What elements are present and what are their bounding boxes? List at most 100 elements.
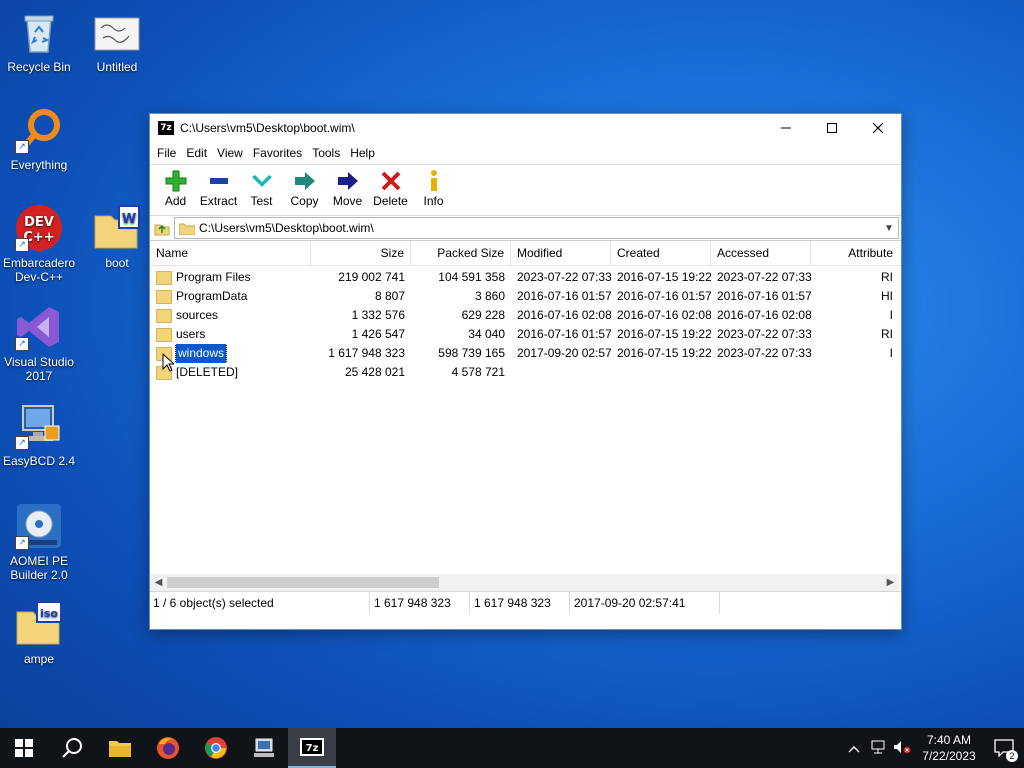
minimize-button[interactable] bbox=[763, 114, 809, 142]
row-accessed: 2023-07-22 07:33 bbox=[717, 327, 811, 341]
maximize-button[interactable] bbox=[809, 114, 855, 142]
delete-button[interactable]: Delete bbox=[369, 165, 412, 208]
row-created: 2016-07-16 02:08 bbox=[617, 308, 711, 322]
scrollbar-track[interactable] bbox=[167, 576, 882, 589]
row-packed-size: 4 578 721 bbox=[451, 365, 505, 379]
desktop-icon-untitled[interactable]: Untitled bbox=[78, 8, 156, 74]
move-button[interactable]: Move bbox=[326, 165, 369, 208]
column-header-size[interactable]: Size bbox=[311, 241, 411, 265]
scroll-left-icon[interactable]: ◀ bbox=[150, 577, 167, 588]
easybcd-icon: ↗ bbox=[15, 402, 63, 450]
menu-help[interactable]: Help bbox=[345, 142, 380, 164]
row-size: 8 807 bbox=[374, 289, 405, 303]
row-accessed: 2023-07-22 07:33 bbox=[717, 346, 811, 360]
clock[interactable]: 7:40 AM 7/22/2023 bbox=[914, 732, 984, 764]
desktop-icon-label: Untitled bbox=[96, 60, 138, 74]
chevron-down-icon[interactable]: ▼ bbox=[880, 223, 898, 234]
notification-center-button[interactable]: 2 bbox=[984, 728, 1024, 768]
desktop-icon-easybcd[interactable]: ↗ EasyBCD 2.4 bbox=[0, 402, 78, 468]
volume-muted-icon[interactable] bbox=[890, 740, 914, 757]
up-folder-button[interactable] bbox=[150, 217, 174, 239]
desktop-icon-devcpp[interactable]: DEV C++ ↗ Embarcadero Dev-C++ bbox=[0, 204, 78, 284]
minimize-icon bbox=[781, 127, 791, 129]
image-file-icon bbox=[93, 8, 141, 56]
chevron-up-icon[interactable] bbox=[842, 741, 866, 756]
start-icon bbox=[15, 739, 33, 757]
svg-text:W: W bbox=[122, 212, 136, 227]
table-row[interactable]: ProgramData 8 807 3 860 2016-07-16 01:57… bbox=[150, 287, 901, 306]
shortcut-arrow-icon: ↗ bbox=[15, 436, 29, 450]
chrome-icon bbox=[205, 737, 227, 759]
taskbar: 7z 7:40 AM 7/22/2023 2 bbox=[0, 728, 1024, 768]
menu-favorites[interactable]: Favorites bbox=[248, 142, 307, 164]
desktop-icon-recycle-bin[interactable]: Recycle Bin bbox=[0, 8, 78, 74]
taskbar-file-explorer[interactable] bbox=[96, 728, 144, 768]
column-header-created[interactable]: Created bbox=[611, 241, 711, 265]
start-button[interactable] bbox=[0, 728, 48, 768]
close-button[interactable] bbox=[855, 114, 901, 142]
info-icon bbox=[430, 170, 437, 191]
test-button[interactable]: Test bbox=[240, 165, 283, 208]
taskbar-7zip[interactable]: 7z bbox=[288, 728, 336, 768]
address-field[interactable]: C:\Users\vm5\Desktop\boot.wim\ ▼ bbox=[174, 217, 899, 239]
row-packed-size: 34 040 bbox=[468, 327, 505, 341]
folder-icon bbox=[179, 223, 195, 235]
table-row[interactable]: Program Files 219 002 741 104 591 358 20… bbox=[150, 268, 901, 287]
clock-date: 7/22/2023 bbox=[922, 749, 976, 763]
info-button[interactable]: Info bbox=[412, 165, 455, 208]
column-header-accessed[interactable]: Accessed bbox=[711, 241, 811, 265]
horizontal-scrollbar[interactable]: ◀ ▶ bbox=[150, 574, 899, 591]
copy-button[interactable]: Copy bbox=[283, 165, 326, 208]
mouse-cursor-icon bbox=[162, 353, 174, 372]
scroll-right-icon[interactable]: ▶ bbox=[882, 577, 899, 588]
move-label: Move bbox=[332, 194, 363, 208]
menu-tools[interactable]: Tools bbox=[307, 142, 345, 164]
row-modified: 2016-07-16 01:57 bbox=[517, 327, 611, 341]
desktop-icon-everything[interactable]: ↗ Everything bbox=[0, 106, 78, 172]
table-row[interactable]: [DELETED] 25 428 021 4 578 721 bbox=[150, 363, 901, 382]
table-row[interactable]: sources 1 332 576 629 228 2016-07-16 02:… bbox=[150, 306, 901, 325]
row-accessed: 2016-07-16 02:08 bbox=[717, 308, 811, 322]
firefox-icon bbox=[157, 737, 179, 759]
row-size: 1 426 547 bbox=[351, 327, 405, 341]
menu-file[interactable]: File bbox=[152, 142, 181, 164]
row-name: users bbox=[176, 327, 206, 341]
desktop-icon-ampe[interactable]: iso ampe bbox=[0, 600, 78, 666]
copy-arrow-icon bbox=[294, 172, 315, 190]
scrollbar-thumb[interactable] bbox=[167, 577, 439, 588]
row-size: 219 002 741 bbox=[338, 270, 405, 284]
delete-x-icon bbox=[381, 171, 400, 191]
column-header-name[interactable]: Name bbox=[150, 241, 311, 265]
address-text: C:\Users\vm5\Desktop\boot.wim\ bbox=[199, 221, 374, 235]
column-header-attribute[interactable]: Attribute bbox=[811, 241, 899, 265]
address-bar: C:\Users\vm5\Desktop\boot.wim\ ▼ bbox=[150, 216, 901, 241]
search-button[interactable] bbox=[48, 728, 96, 768]
7zip-file-manager-window: 7z C:\Users\vm5\Desktop\boot.wim\ File E… bbox=[149, 113, 902, 630]
desktop-icon-label: Embarcadero Dev-C++ bbox=[2, 256, 76, 284]
status-bar: 1 / 6 object(s) selected 1 617 948 323 1… bbox=[150, 591, 901, 614]
menu-edit[interactable]: Edit bbox=[181, 142, 212, 164]
file-list: Name Size Packed Size Modified Created A… bbox=[150, 241, 901, 591]
menu-view[interactable]: View bbox=[212, 142, 248, 164]
row-name: sources bbox=[176, 308, 219, 322]
desktop-icon-boot[interactable]: W boot bbox=[78, 204, 156, 270]
menu-bar: File Edit View Favorites Tools Help bbox=[150, 142, 901, 165]
title-bar[interactable]: 7z C:\Users\vm5\Desktop\boot.wim\ bbox=[150, 114, 901, 142]
column-headers: Name Size Packed Size Modified Created A… bbox=[150, 241, 901, 266]
desktop-icon-label: EasyBCD 2.4 bbox=[2, 454, 76, 468]
table-row[interactable]: users 1 426 547 34 040 2016-07-16 01:57 … bbox=[150, 325, 901, 344]
taskbar-firefox[interactable] bbox=[144, 728, 192, 768]
network-icon[interactable] bbox=[866, 740, 890, 757]
extract-button[interactable]: Extract bbox=[197, 165, 240, 208]
taskbar-chrome[interactable] bbox=[192, 728, 240, 768]
table-row-selected[interactable]: windows 1 617 948 323 598 739 165 2017-0… bbox=[150, 344, 901, 363]
desktop-icon-visual-studio[interactable]: ↗ Visual Studio 2017 bbox=[0, 303, 78, 383]
desktop-icon-aomei[interactable]: ↗ AOMEI PE Builder 2.0 bbox=[0, 502, 78, 582]
column-header-packed-size[interactable]: Packed Size bbox=[411, 241, 511, 265]
taskbar-network-app[interactable] bbox=[240, 728, 288, 768]
row-modified: 2016-07-16 02:08 bbox=[517, 308, 611, 322]
add-button[interactable]: Add bbox=[154, 165, 197, 208]
system-tray: 7:40 AM 7/22/2023 2 bbox=[842, 728, 1024, 768]
column-header-modified[interactable]: Modified bbox=[511, 241, 611, 265]
minus-icon bbox=[209, 178, 228, 184]
